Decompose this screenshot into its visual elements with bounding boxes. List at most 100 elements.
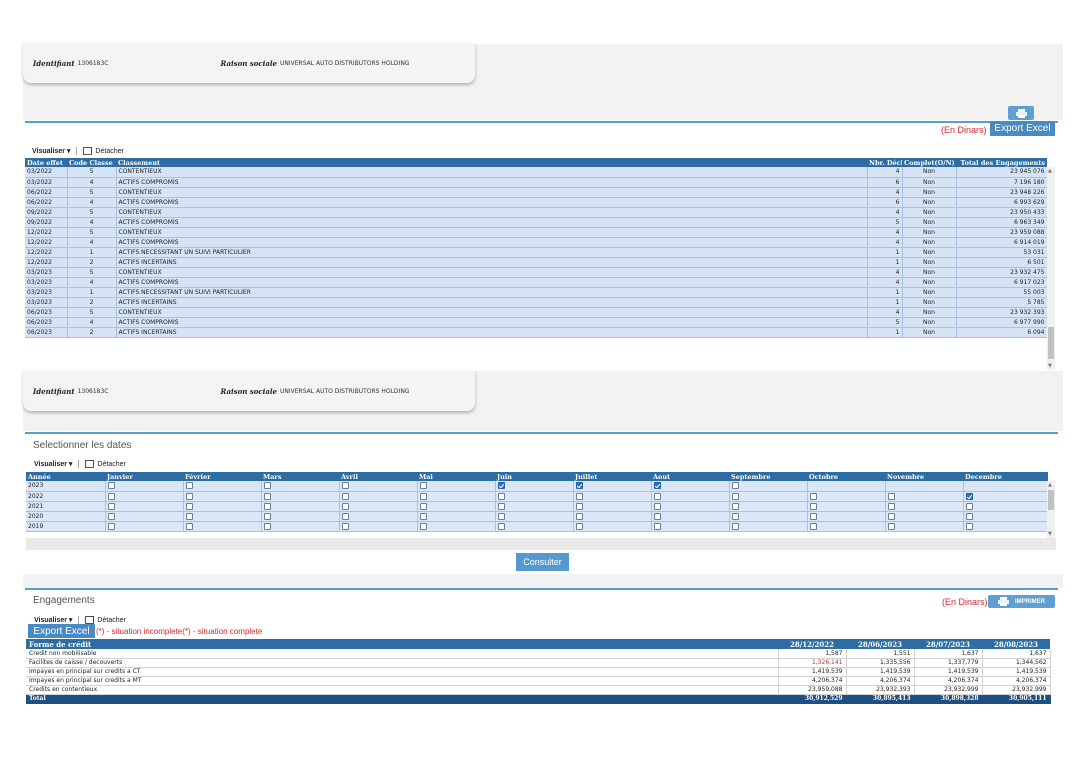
checkbox-icon[interactable]	[809, 492, 817, 500]
table-row[interactable]: 03/2023 4 ACTIFS COMPROMIS 4 Non 6 917 023	[25, 277, 1047, 288]
export-excel-button-top[interactable]: Export Excel	[990, 121, 1055, 136]
checkbox-icon[interactable]	[263, 492, 271, 500]
checkbox-icon[interactable]	[575, 502, 583, 510]
column-header[interactable]: Nbr. Décl	[867, 158, 902, 167]
detach-icon[interactable]	[85, 616, 95, 624]
scroll-thumb[interactable]	[1048, 490, 1054, 510]
checkbox-icon[interactable]	[497, 482, 505, 490]
print-button[interactable]	[1008, 106, 1034, 120]
column-header[interactable]: Classement	[116, 158, 867, 167]
checkbox-icon[interactable]	[497, 502, 505, 510]
checkbox-icon[interactable]	[887, 522, 895, 530]
checkbox-icon[interactable]	[185, 482, 193, 490]
checkbox-icon[interactable]	[107, 512, 115, 520]
checkbox-icon[interactable]	[107, 522, 115, 530]
table-row[interactable]: 09/2022 5 CONTENTIEUX 4 Non 23 950 433	[25, 207, 1047, 218]
table-row[interactable]: 12/2022 5 CONTENTIEUX 4 Non 23 959 088	[25, 227, 1047, 238]
table-row[interactable]: 09/2022 4 ACTIFS COMPROMIS 5 Non 6 963 349	[25, 217, 1047, 228]
checkbox-icon[interactable]	[185, 512, 193, 520]
column-header[interactable]: Date effet	[25, 158, 67, 167]
checkbox-icon[interactable]	[341, 502, 349, 510]
checkbox-icon[interactable]	[965, 522, 973, 530]
checkbox-icon[interactable]	[653, 492, 661, 500]
checkbox-icon[interactable]	[731, 482, 739, 490]
checkbox-icon[interactable]	[887, 512, 895, 520]
detacher-link-dates[interactable]: Détacher	[97, 461, 125, 468]
column-header[interactable]: Complet(O/N)	[902, 158, 956, 167]
checkbox-icon[interactable]	[497, 512, 505, 520]
scroll-down-icon[interactable]: ▼	[1048, 531, 1052, 537]
detacher-link-engagements[interactable]: Détacher	[97, 617, 125, 624]
checkbox-icon[interactable]	[185, 522, 193, 530]
checkbox-icon[interactable]	[887, 502, 895, 510]
table-row[interactable]: 03/2023 1 ACTIFS NECESSITANT UN SUIVI PART…	[25, 287, 1047, 298]
checkbox-icon[interactable]	[653, 512, 661, 520]
column-header[interactable]: Code Classe	[67, 158, 116, 167]
visualiser-button-engagements[interactable]: Visualiser ▾	[28, 616, 80, 624]
detacher-link-top[interactable]: Détacher	[95, 148, 123, 155]
table-row[interactable]: 06/2023 5 CONTENTIEUX 4 Non 23 932 393	[25, 307, 1047, 318]
checkbox-icon[interactable]	[341, 482, 349, 490]
table-row[interactable]: 03/2022 4 ACTIFS COMPROMIS 6 Non 7 196 180	[25, 177, 1047, 188]
checkbox-icon[interactable]	[341, 522, 349, 530]
scroll-up-icon[interactable]: ▲	[1048, 482, 1052, 488]
checkbox-icon[interactable]	[107, 482, 115, 490]
dates-scrollbar[interactable]: ▲ ▼	[1047, 481, 1055, 538]
export-excel-button-engagements[interactable]: Export Excel	[28, 624, 95, 638]
checkbox-icon[interactable]	[809, 522, 817, 530]
checkbox-icon[interactable]	[653, 482, 661, 490]
checkbox-icon[interactable]	[107, 502, 115, 510]
scroll-thumb[interactable]	[1048, 327, 1054, 359]
checkbox-icon[interactable]	[965, 492, 973, 500]
checkbox-icon[interactable]	[107, 492, 115, 500]
checkbox-icon[interactable]	[263, 482, 271, 490]
visualiser-button-top[interactable]: Visualiser ▾	[26, 147, 78, 155]
checkbox-icon[interactable]	[341, 512, 349, 520]
checkbox-icon[interactable]	[731, 492, 739, 500]
table-row[interactable]: 06/2022 4 ACTIFS COMPROMIS 6 Non 6 993 629	[25, 197, 1047, 208]
checkbox-icon[interactable]	[965, 502, 973, 510]
column-header[interactable]: Total des Engagements	[956, 158, 1047, 167]
table-row[interactable]: 03/2023 5 CONTENTIEUX 4 Non 23 932 475	[25, 267, 1047, 278]
checkbox-icon[interactable]	[341, 492, 349, 500]
checkbox-icon[interactable]	[263, 512, 271, 520]
checkbox-icon[interactable]	[419, 502, 427, 510]
checkbox-icon[interactable]	[965, 512, 973, 520]
checkbox-icon[interactable]	[263, 502, 271, 510]
checkbox-icon[interactable]	[419, 512, 427, 520]
checkbox-icon[interactable]	[809, 512, 817, 520]
checkbox-icon[interactable]	[185, 492, 193, 500]
checkbox-icon[interactable]	[185, 502, 193, 510]
checkbox-icon[interactable]	[731, 502, 739, 510]
checkbox-icon[interactable]	[653, 522, 661, 530]
checkbox-icon[interactable]	[731, 512, 739, 520]
imprimer-button[interactable]: IMPRIMER	[988, 595, 1055, 608]
detach-icon[interactable]	[83, 147, 93, 155]
table-row[interactable]: 12/2022 4 ACTIFS COMPROMIS 4 Non 6 914 019	[25, 237, 1047, 248]
checkbox-icon[interactable]	[497, 522, 505, 530]
checkbox-icon[interactable]	[575, 482, 583, 490]
checkbox-icon[interactable]	[575, 512, 583, 520]
scroll-up-icon[interactable]: ▲	[1048, 168, 1052, 174]
checkbox-icon[interactable]	[419, 492, 427, 500]
table-row[interactable]: 03/2022 5 CONTENTIEUX 4 Non 23 945 076	[25, 167, 1047, 178]
checkbox-icon[interactable]	[731, 522, 739, 530]
checkbox-icon[interactable]	[497, 492, 505, 500]
visualiser-button-dates[interactable]: Visualiser ▾	[28, 460, 80, 468]
consulter-button[interactable]: Consulter	[516, 553, 569, 571]
table-row[interactable]: 12/2022 1 ACTIFS NECESSITANT UN SUIVI PART…	[25, 247, 1047, 258]
checkbox-icon[interactable]	[263, 522, 271, 530]
table-row[interactable]: 06/2022 5 CONTENTIEUX 4 Non 23 948 226	[25, 187, 1047, 198]
classement-scrollbar[interactable]: ▲ ▼	[1047, 167, 1055, 370]
table-row[interactable]: 06/2023 4 ACTIFS COMPROMIS 5 Non 6 977 990	[25, 317, 1047, 328]
checkbox-icon[interactable]	[887, 492, 895, 500]
table-row[interactable]: 06/2023 2 ACTIFS INCERTAINS 1 Non 6 094	[25, 327, 1047, 338]
checkbox-icon[interactable]	[419, 522, 427, 530]
scroll-down-icon[interactable]: ▼	[1048, 363, 1052, 369]
table-row[interactable]: 03/2023 2 ACTIFS INCERTAINS 1 Non 5 785	[25, 297, 1047, 308]
checkbox-icon[interactable]	[653, 502, 661, 510]
table-row[interactable]: 12/2022 2 ACTIFS INCERTAINS 1 Non 6 501	[25, 257, 1047, 268]
checkbox-icon[interactable]	[575, 522, 583, 530]
detach-icon[interactable]	[85, 460, 95, 468]
checkbox-icon[interactable]	[575, 492, 583, 500]
